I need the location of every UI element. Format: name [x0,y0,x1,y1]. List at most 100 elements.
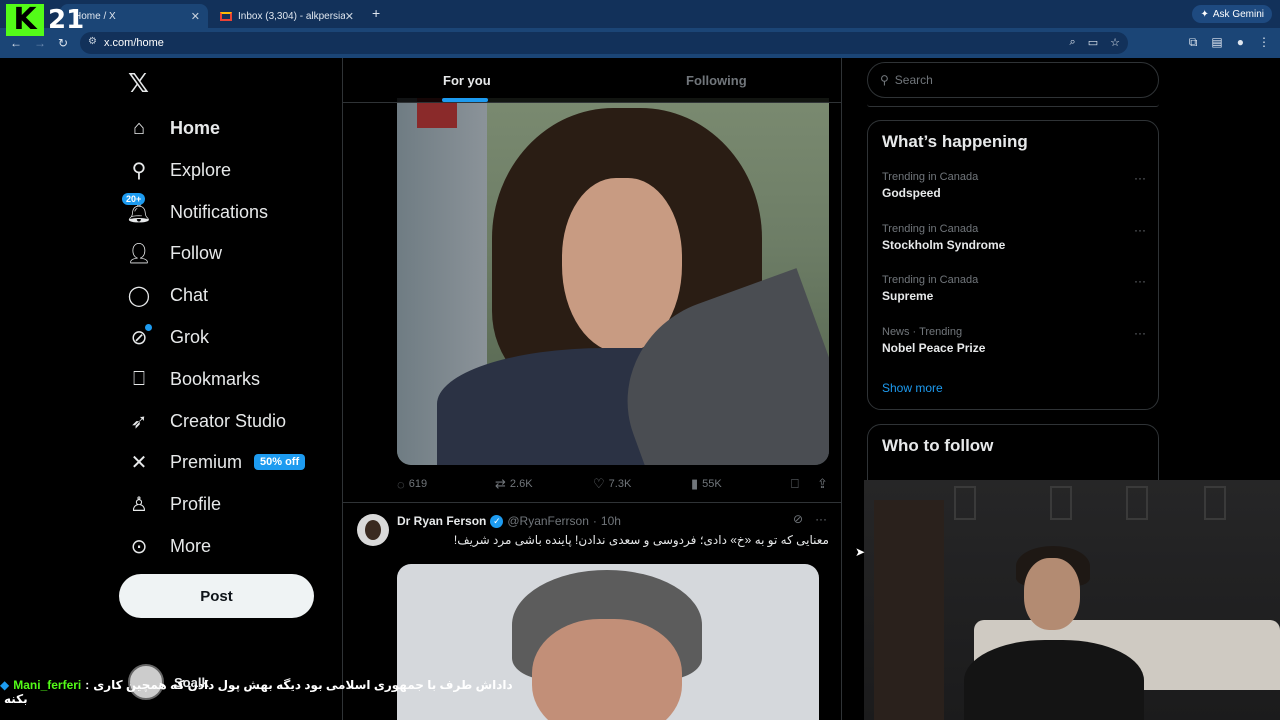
extensions-icon[interactable]: ⧉ [1189,35,1198,50]
more-icon[interactable]: ··· [1134,223,1146,237]
nav-premium[interactable]: ✕ Premium 50% off [126,444,306,480]
new-dot [145,324,152,331]
cast-icon[interactable]: ▭ [1088,36,1098,49]
back-icon[interactable]: ← [10,36,22,50]
share-button[interactable]: ⇪ [817,476,828,492]
gmail-icon [220,11,232,21]
more-icon[interactable]: ··· [1134,326,1146,340]
logo-number: 21 [48,5,85,35]
more-circle-icon: ⊙ [130,535,148,558]
trend-item[interactable]: News · Trending Nobel Peace Prize ··· [882,326,1146,355]
forward-icon[interactable]: → [34,36,46,50]
person-plus-icon: 👤︎ [126,242,152,265]
trend-meta: Trending in Canada [882,274,979,286]
nav-label: More [170,535,212,556]
person-icon: ♙ [130,493,148,516]
share-icon: ⇪ [817,476,828,491]
whats-happening-card: What’s happening Trending in Canada Gods… [867,120,1159,410]
reply-icon: ◌ [397,476,405,492]
tweet-time[interactable]: 10h [601,514,621,528]
trend-item[interactable]: Trending in Canada Godspeed ··· [882,171,1146,200]
avatar[interactable] [357,514,389,546]
sidepanel-icon[interactable]: ▤ [1211,35,1222,50]
menu-icon[interactable]: ⋮ [1258,35,1270,50]
tab-title: Inbox (3,304) - alkpersian@g [238,10,345,22]
nav-label: Premium [170,451,243,472]
tweet-actions: ◌ 619 ⇄ 2.6K ♡ 7.3K ▮ 55K ⎕ ⇪ [397,474,829,494]
reply-button[interactable]: ◌ 619 [397,477,495,492]
author-name[interactable]: Dr Ryan Ferson [397,514,486,528]
premium-promo-badge: 50% off [254,454,306,470]
nav-profile[interactable]: ♙ Profile [126,486,221,522]
author-handle[interactable]: @RyanFerrson [507,514,589,528]
browser-tab-bar: Home / X ✕ Inbox (3,304) - alkpersian@g … [0,0,1280,28]
nav-notifications[interactable]: 🔔︎ 20+ Notifications [122,193,269,230]
search-input[interactable]: ⚲ Search [867,62,1159,98]
more-icon[interactable]: ··· [815,512,827,526]
x-logo-icon[interactable]: 𝕏 [128,68,149,99]
stream-chat-overlay: ◆ Mani_ferferi : داداش طرف با جمهوری اسل… [0,678,513,706]
chat-username: Mani_ferferi [13,678,82,692]
feed-tabs: For you Following [343,58,841,103]
dot-separator: · [592,514,597,528]
chat-badge-icon: ◆ [0,678,10,692]
zoom-icon[interactable]: ⌕ [1070,36,1076,49]
tab-for-you[interactable]: For you [443,58,491,103]
nav-label: Follow [170,242,223,263]
trend-meta: News · Trending [882,326,963,338]
repost-count: 2.6K [509,478,533,490]
address-text: x.com/home [104,37,164,49]
more-icon[interactable]: ··· [1134,274,1146,288]
like-button[interactable]: ♡ 7.3K [593,476,691,492]
trend-item[interactable]: Trending in Canada Stockholm Syndrome ··… [882,223,1146,252]
verified-badge-icon: ✓ [490,514,504,528]
more-icon[interactable]: ··· [1134,171,1146,185]
tab-close-icon[interactable]: ✕ [191,10,200,23]
chat-message-continuation: بکنه [4,692,28,706]
grok-icon[interactable]: ⊘ [793,512,803,526]
site-info-icon[interactable]: ⚙ [88,36,97,47]
profile-icon[interactable]: ● [1237,35,1244,50]
search-icon: ⚲ [131,159,147,182]
nav-follow[interactable]: 👤︎ Follow [126,235,222,271]
main-feed: For you Following ◌ 619 ⇄ 2.6K ♡ 7.3K ▮ … [342,58,842,720]
ask-gemini-button[interactable]: ✦ Ask Gemini [1192,5,1272,23]
nav-home[interactable]: ⌂ Home [126,110,220,146]
left-navigation: 𝕏 ⌂ Home ⚲ Explore 🔔︎ 20+ Notifications 👤… [118,58,342,720]
nav-label: Profile [170,493,222,514]
bookmark-button[interactable]: ⎕ [791,476,817,492]
nav-more[interactable]: ⊙ More [126,528,211,564]
tab-gmail-inbox[interactable]: Inbox (3,304) - alkpersian@g ✕ [212,4,362,28]
tab-close-icon[interactable]: ✕ [345,10,354,23]
repost-icon: ⇄ [495,476,506,491]
show-more-link[interactable]: Show more [882,381,943,395]
address-bar[interactable]: ⚙ x.com/home ⌕ ▭ ☆ [80,32,1128,54]
kick-logo-icon: K [6,4,44,36]
tab-title: Home / X [74,10,116,22]
bookmark-star-icon[interactable]: ☆ [1110,36,1120,49]
nav-grok[interactable]: ⊘ Grok [126,319,209,355]
webcam-overlay [864,480,1280,720]
heart-icon: ♡ [593,476,605,491]
bookmark-icon: ⎕ [791,476,799,491]
nav-bookmarks[interactable]: ⎕ Bookmarks [126,361,260,397]
nav-label: Notifications [170,201,269,222]
new-tab-icon[interactable]: + [372,5,380,21]
bookmark-icon: ⎕ [133,367,145,390]
nav-creator-studio[interactable]: ➶ Creator Studio [126,403,286,439]
nav-chat[interactable]: ◯ Chat [126,277,208,313]
nav-explore[interactable]: ⚲ Explore [126,152,231,188]
tweet-text: معنایی که تو به «خ» دادی؛ فردوسی و سعدی … [453,533,829,547]
trend-meta: Trending in Canada [882,223,979,235]
views-button[interactable]: ▮ 55K [691,476,791,492]
nav-label: Home [170,117,221,138]
tab-following[interactable]: Following [686,58,747,103]
trend-meta: Trending in Canada [882,171,979,183]
trend-item[interactable]: Trending in Canada Supreme ··· [882,274,1146,303]
tweet-photo[interactable] [397,98,829,465]
post-button[interactable]: Post [119,574,314,618]
reload-icon[interactable]: ↻ [58,36,68,50]
trend-name: Nobel Peace Prize [882,341,986,355]
repost-button[interactable]: ⇄ 2.6K [495,476,593,492]
ask-gemini-label: Ask Gemini [1212,8,1264,20]
